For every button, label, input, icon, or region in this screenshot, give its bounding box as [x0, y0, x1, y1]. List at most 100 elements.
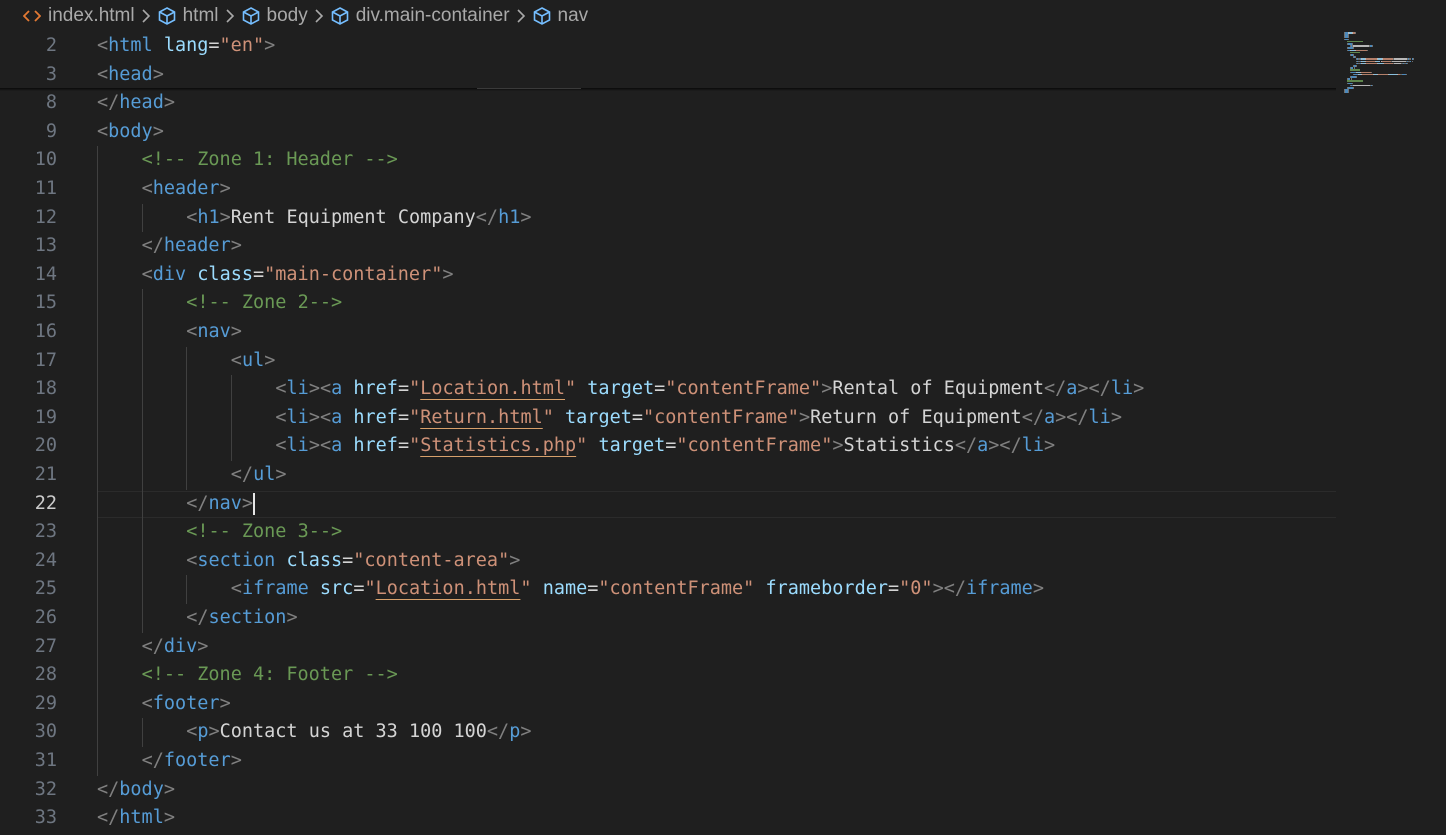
symbol-element-icon — [157, 6, 177, 26]
code-line[interactable]: 20 <li><a href="Statistics.php" target="c… — [0, 432, 1336, 461]
code-text: <html lang="en"> — [97, 32, 275, 61]
code-line[interactable]: 13 </header> — [0, 232, 1336, 261]
breadcrumb-label: html — [182, 5, 219, 26]
file-link[interactable]: Location.html — [376, 578, 521, 599]
code-token: li — [1021, 435, 1044, 457]
minimap-mark — [1411, 60, 1413, 63]
code-token: a — [331, 378, 343, 400]
line-number: 32 — [34, 778, 57, 800]
minimap-mark — [1353, 84, 1370, 87]
file-link[interactable]: Statistics.php — [420, 435, 576, 456]
code-line[interactable]: 12 <h1>Rent Equipment Company</h1> — [0, 204, 1336, 233]
code-token: div — [152, 263, 187, 285]
minimap[interactable] — [1340, 30, 1446, 100]
code-token: >< — [308, 378, 332, 400]
line-number: 19 — [34, 406, 57, 428]
file-link[interactable]: Return.html — [420, 407, 543, 428]
code-editor[interactable]: 2 <html lang="en"> 3 <head> 8 </head> 9 <body> 1… — [0, 32, 1336, 835]
code-token: < — [97, 63, 109, 85]
code-token: = — [397, 378, 410, 400]
code-line[interactable]: 29 <footer> — [0, 690, 1336, 719]
code-token: < — [141, 263, 153, 285]
code-line[interactable]: 10 <!-- Zone 1: Header --> — [0, 146, 1336, 175]
code-token: html — [108, 35, 153, 56]
code-text: </section> — [186, 604, 297, 633]
code-line[interactable]: 18 <li><a href="Location.html" target="co… — [0, 375, 1336, 404]
code-token: </ — [97, 778, 120, 800]
code-line[interactable]: 14 <div class="main-container"> — [0, 261, 1336, 290]
code-token: </ — [486, 721, 510, 743]
code-token: = — [631, 406, 643, 428]
code-text: <section class="content-area"> — [186, 547, 520, 576]
breadcrumb-item-index-html[interactable]: index.html — [22, 5, 135, 27]
code-line[interactable]: 2 <html lang="en"> — [0, 32, 1336, 61]
code-token: <!-- Zone 2--> — [186, 292, 343, 314]
minimap-mark — [1348, 91, 1350, 93]
code-token: "contentFrame" — [665, 378, 822, 400]
code-token: " — [409, 378, 421, 400]
code-token: > — [230, 321, 242, 342]
code-line[interactable]: 22 </nav> — [0, 490, 1336, 519]
code-line[interactable]: 32 </body> — [0, 776, 1336, 805]
code-line[interactable]: 26 </section> — [0, 604, 1336, 633]
code-text: <!-- Zone 2--> — [186, 289, 342, 318]
breadcrumb-item-nav[interactable]: nav — [532, 5, 589, 27]
code-token: html — [119, 807, 164, 829]
line-number: 9 — [45, 120, 57, 142]
code-line[interactable]: 17 <ul> — [0, 347, 1336, 376]
code-token: href — [353, 378, 398, 400]
code-token: body — [119, 778, 164, 800]
code-token: a — [331, 435, 343, 457]
code-token: > — [219, 178, 231, 199]
code-token: > — [264, 35, 276, 56]
code-token: < — [275, 435, 287, 457]
code-line[interactable]: 3 <head> — [0, 61, 1336, 90]
code-token: " — [409, 435, 421, 457]
code-token: = — [665, 435, 677, 457]
code-token: lang — [163, 35, 209, 56]
code-line[interactable]: 33 </html> — [0, 804, 1336, 833]
breadcrumb-label: div.main-container — [355, 5, 510, 26]
file-link[interactable]: Location.html — [420, 378, 565, 399]
code-text: </header> — [142, 232, 242, 261]
code-token: < — [141, 178, 153, 199]
code-text: <li><a href="Location.html" target="cont… — [275, 375, 1144, 404]
code-line[interactable]: 15 <!-- Zone 2--> — [0, 289, 1336, 318]
code-token: </ — [97, 92, 120, 114]
minimap-mark — [1363, 73, 1373, 76]
code-token: </ — [186, 607, 209, 628]
code-line[interactable]: 30 <p>Contact us at 33 100 100</p> — [0, 718, 1336, 747]
line-number: 20 — [34, 435, 57, 457]
code-line[interactable]: 8 </head> — [0, 89, 1336, 118]
code-text: </div> — [142, 633, 209, 662]
code-token: src — [319, 578, 354, 600]
code-token: > — [509, 549, 521, 571]
code-token: li — [286, 435, 309, 457]
code-line[interactable]: 23 <!-- Zone 3--> — [0, 518, 1336, 547]
code-token: > — [197, 635, 209, 657]
code-line[interactable]: 24 <section class="content-area"> — [0, 547, 1336, 576]
code-line[interactable]: 19 <li><a href="Return.html" target="cont… — [0, 404, 1336, 433]
code-text: <!-- Zone 3--> — [186, 518, 342, 547]
line-number: 13 — [34, 235, 57, 257]
code-text: </html> — [97, 804, 175, 833]
code-line[interactable]: 25 <iframe src="Location.html" name="cont… — [0, 575, 1336, 604]
line-number: 24 — [34, 549, 57, 571]
code-line[interactable]: 27 </div> — [0, 633, 1336, 662]
line-number: 22 — [34, 492, 57, 514]
code-line[interactable]: 9 <body> — [0, 118, 1336, 147]
code-line[interactable]: 11 <header> — [0, 175, 1336, 204]
breadcrumb-label: nav — [557, 5, 589, 26]
code-token: > — [442, 263, 454, 285]
breadcrumb-item-body[interactable]: body — [241, 5, 308, 27]
code-line[interactable]: 28 <!-- Zone 4: Footer --> — [0, 661, 1336, 690]
breadcrumb-item-html[interactable]: html — [157, 5, 219, 27]
code-line[interactable]: 16 <nav> — [0, 318, 1336, 347]
code-token: = — [342, 549, 354, 571]
code-line[interactable]: 31 </footer> — [0, 747, 1336, 776]
code-token: = — [397, 406, 410, 428]
code-line[interactable]: 21 </ul> — [0, 461, 1336, 490]
code-token: " — [576, 435, 588, 457]
breadcrumb-item-div-main-container[interactable]: div.main-container — [330, 5, 510, 27]
